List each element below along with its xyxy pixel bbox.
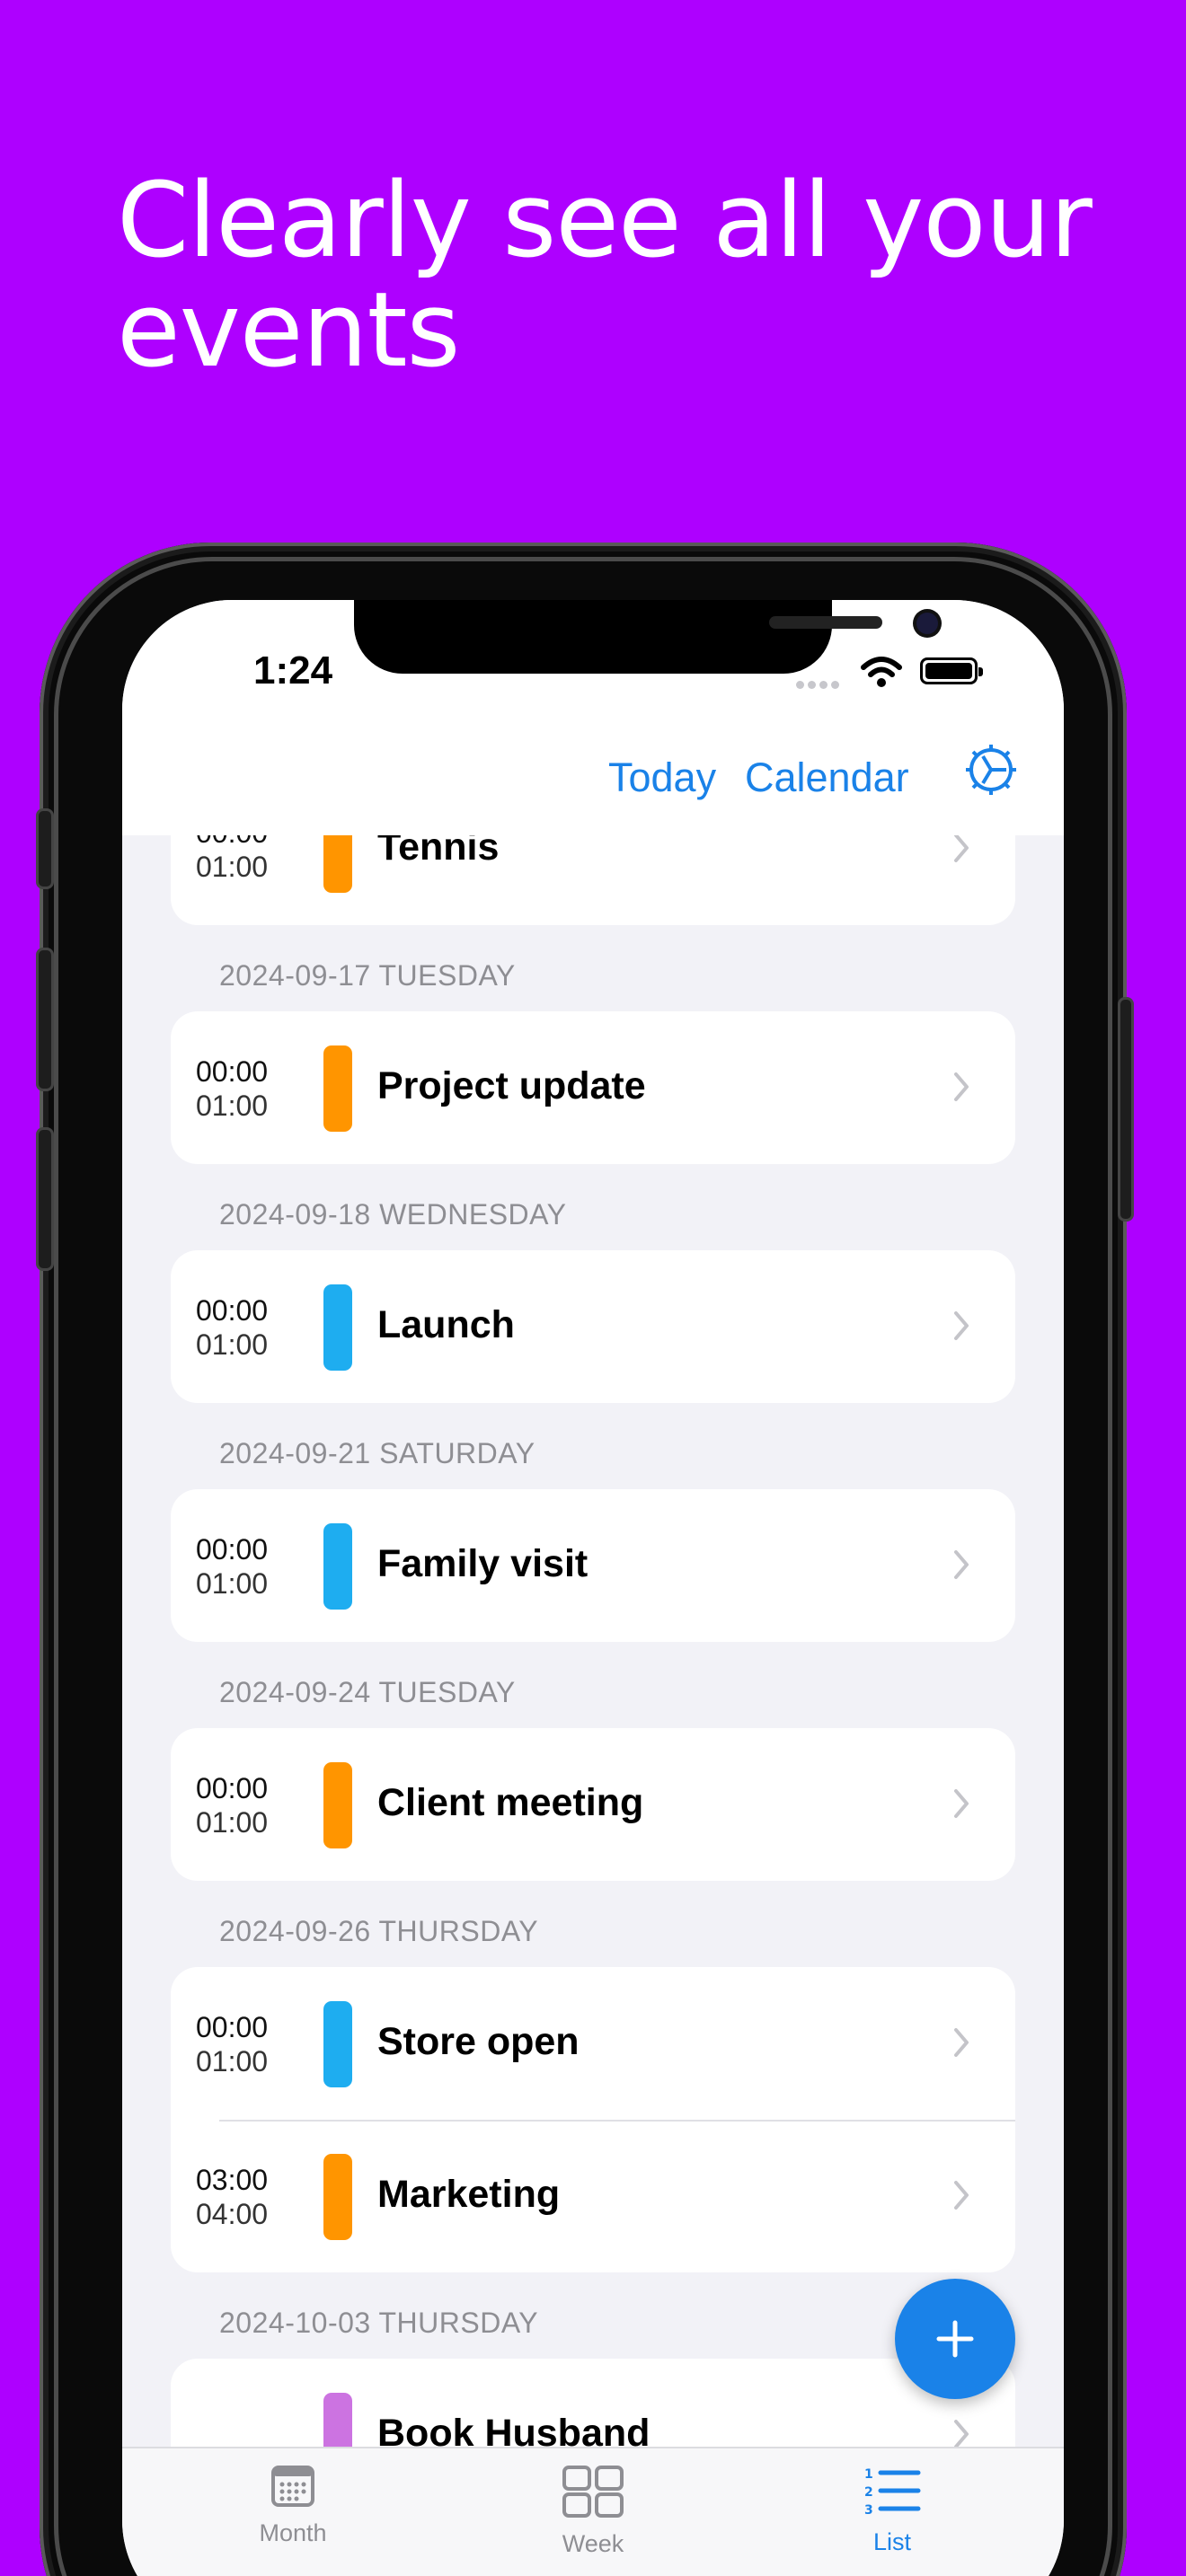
event-group-card: 00:00 01:00 Store open 03:00 04:00 Marketing [171,1967,1015,2272]
section-header-date: 2024-09-17 TUESDAY [219,959,516,992]
speaker-grille [769,616,882,629]
event-title: Client meeting [377,1781,644,1824]
svg-text:3: 3 [864,2503,873,2517]
event-end-time: 01:00 [196,851,269,883]
event-title: Project update [377,1064,646,1107]
volume-down-button [36,1127,54,1271]
promo-headline: Clearly see all your events [117,161,1093,391]
calendar-icon [271,2466,314,2507]
event-times: 00:0001:00 [196,2010,268,2078]
event-title: Family visit [377,1542,589,1585]
section-header-date: 2024-09-21 SATURDAY [219,1437,535,1469]
event-times: 00:0001:00 [196,1532,268,1601]
chevron-right-icon [954,2028,969,2057]
event-row[interactable]: Book Husband [171,2359,1015,2448]
event-color-bar [323,835,352,893]
event-group-card: 00:0001:00 Tennis [171,835,1015,925]
gear-icon[interactable] [961,740,1021,799]
event-end-time: 01:00 [196,1090,269,1122]
event-group-card: 00:00 01:00 Client meeting [171,1728,1015,1881]
chevron-right-icon [954,1072,969,1101]
event-color-bar [323,2001,352,2087]
chevron-right-icon [954,1311,969,1340]
front-camera [916,613,938,634]
event-start-time: 00:00 [196,1294,269,1327]
grid-icon [562,2466,624,2518]
event-row[interactable]: 00:00 01:00 Launch [171,1250,1015,1403]
event-row[interactable]: 00:00 01:00 Client meeting [171,1728,1015,1881]
battery-icon [920,657,983,684]
event-color-bar [323,2393,352,2448]
chevron-right-icon [954,1550,969,1579]
svg-text:2: 2 [864,2485,873,2500]
event-group-card: Book Husband [171,2359,1015,2448]
event-row[interactable]: 00:0001:00 Tennis [171,835,1015,925]
cellular-signal-icon [796,677,843,689]
event-title: Tennis [377,835,500,869]
power-button [1118,997,1134,1222]
calendar-button[interactable]: Calendar [745,754,909,801]
event-color-bar [323,1523,352,1610]
tab-week[interactable]: Week [503,2465,683,2558]
section-header-date: 2024-09-18 WEDNESDAY [219,1198,567,1231]
event-group-card: 00:00 01:00 Project update [171,1011,1015,1164]
event-list[interactable]: 00:0001:00Tennis2024-09-17 TUESDAY00:000… [122,835,1064,2448]
event-row[interactable]: 00:00 01:00 Store open [171,1967,1015,2120]
today-button[interactable]: Today [608,754,716,801]
event-color-bar [323,2154,352,2240]
event-start-time: 03:00 [196,2164,269,2196]
mute-switch [36,808,54,889]
tab-month[interactable]: Month [203,2465,383,2547]
event-start-time: 00:00 [196,2011,269,2043]
event-start-time: 00:00 [196,1055,269,1088]
event-group-card: 00:00 01:00 Family visit [171,1489,1015,1642]
wifi-icon [861,657,902,687]
event-end-time: 01:00 [196,1567,269,1600]
numbered-list-icon: 1 2 3 [864,2467,921,2518]
svg-text:1: 1 [864,2467,873,2482]
chevron-right-icon [954,2181,969,2210]
event-title: Marketing [377,2173,561,2216]
event-row[interactable]: 00:00 01:00 Family visit [171,1489,1015,1642]
event-end-time: 01:00 [196,1328,269,1361]
event-color-bar [323,1762,352,1848]
tab-list-label: List [872,2528,912,2555]
event-title: Store open [377,2020,580,2063]
chevron-right-icon [954,835,969,862]
tab-month-label: Month [259,2519,327,2546]
event-times: 00:0001:00 [196,1054,268,1123]
volume-up-button [36,948,54,1091]
event-end-time: 04:00 [196,2198,269,2230]
tab-list[interactable]: 1 2 3 List [802,2465,982,2556]
notch [354,600,938,674]
event-title: Launch [377,1303,515,1346]
navigation-bar: Today Calendar [122,708,1064,835]
section-header-date: 2024-09-24 TUESDAY [219,1676,516,1708]
status-time: 1:24 [253,648,333,693]
event-times: 00:0001:00 [196,1771,268,1839]
section-header-date: 2024-09-26 THURSDAY [219,1915,539,1947]
chevron-right-icon [954,2420,969,2448]
event-end-time: 01:00 [196,2045,269,2078]
plus-icon [936,2320,974,2358]
event-start-time: 00:00 [196,835,268,850]
event-times: 00:0001:00 [196,835,268,884]
add-event-button[interactable] [895,2279,1015,2399]
event-title: Book Husband [377,2412,651,2448]
section-header-date: 2024-10-03 THURSDAY [219,2307,539,2339]
event-start-time: 00:00 [196,1772,269,1804]
event-row[interactable]: 00:00 01:00 Project update [171,1011,1015,1164]
event-end-time: 01:00 [196,1806,269,1839]
tab-bar: Month Week 1 2 3 List [122,2447,1064,2576]
event-group-card: 00:00 01:00 Launch [171,1250,1015,1403]
chevron-right-icon [954,1789,969,1818]
event-start-time: 00:00 [196,1533,269,1566]
event-color-bar [323,1045,352,1132]
tab-week-label: Week [562,2530,624,2557]
event-times: 00:0001:00 [196,1293,268,1362]
event-color-bar [323,1284,352,1371]
event-times: 03:00 04:00 [196,2163,268,2231]
event-row[interactable]: 03:00 04:00 Marketing [171,2120,1015,2272]
